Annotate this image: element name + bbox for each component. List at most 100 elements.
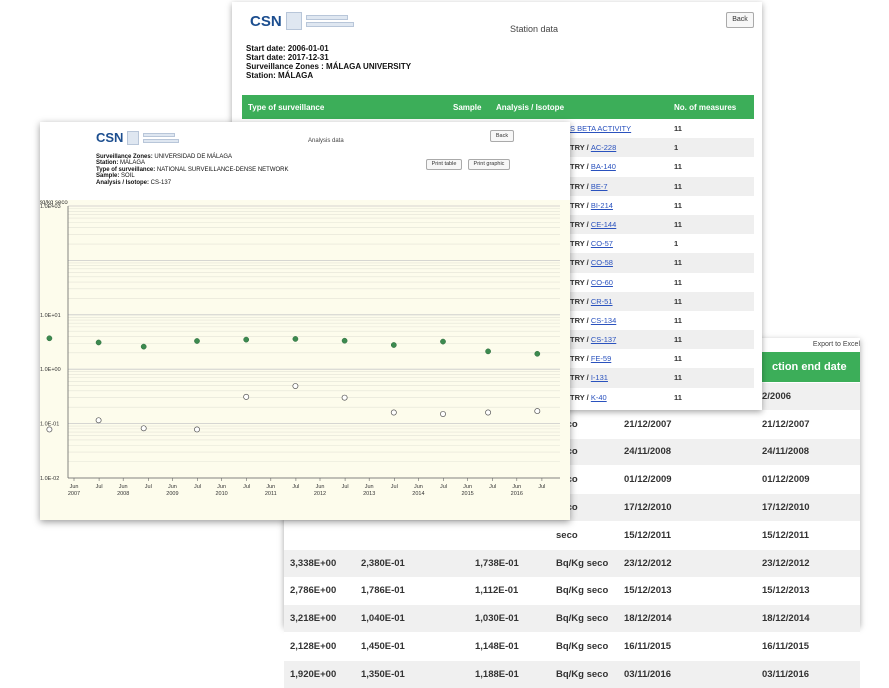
data-point-series-2[interactable] <box>341 394 348 401</box>
data-point-series-2[interactable] <box>390 409 397 416</box>
analysis-cell: TRY / BA-140 <box>570 162 616 171</box>
analysis-cell: TRY / I-131 <box>570 373 608 382</box>
table-cell: 24/11/2008 <box>752 437 860 466</box>
x-tick-year: 2009 <box>166 491 178 497</box>
isotope-link[interactable]: CO-60 <box>591 278 613 287</box>
measure-count: 11 <box>674 258 682 268</box>
export-excel-button[interactable]: Export to Excel <box>800 338 860 352</box>
x-tick-month: Jun <box>414 484 423 490</box>
data-point-series-2[interactable] <box>46 426 53 433</box>
print-table-button[interactable]: Print table <box>426 159 462 170</box>
table-cell: 1,786E-01 <box>357 576 433 605</box>
back-button[interactable]: Back <box>490 130 514 142</box>
isotope-link[interactable]: FE-59 <box>591 354 611 363</box>
isotope-link[interactable]: BI-214 <box>591 201 613 210</box>
csn-logo: CSN <box>96 130 180 145</box>
col-measures: No. of measures <box>674 103 737 112</box>
isotope-link[interactable]: AC-228 <box>591 143 616 152</box>
x-tick-month: Jun <box>217 484 226 490</box>
isotope-link[interactable]: BA-140 <box>591 162 616 171</box>
isotope-link[interactable]: CO-57 <box>591 239 613 248</box>
data-point-series-1[interactable] <box>194 338 200 344</box>
x-tick-month: Jul <box>96 484 103 490</box>
csn-logo: CSN <box>250 12 354 30</box>
data-point-series-2[interactable] <box>194 426 200 433</box>
data-point-series-2[interactable] <box>485 409 492 416</box>
isotope-link[interactable]: I-131 <box>591 373 608 382</box>
x-tick-month: Jul <box>194 484 201 490</box>
table-row: 2,786E+00 1,786E-01 1,112E-01 Bq/Kg seco 15/… <box>284 576 860 605</box>
data-point-series-2[interactable] <box>534 408 541 415</box>
data-point-series-1[interactable] <box>292 336 299 342</box>
isotope-link[interactable]: CS-134 <box>591 316 616 325</box>
isotope-link[interactable]: CO-58 <box>591 258 613 267</box>
table-cell: 2,380E-01 <box>357 548 433 578</box>
info-line: Start date: 2006-01-01 <box>246 44 329 53</box>
data-point-series-2[interactable] <box>440 411 446 417</box>
isotope-link[interactable]: K-40 <box>591 393 607 402</box>
y-tick-label: 1.0E-02 <box>40 476 59 482</box>
analysis-prefix: TRY / <box>570 162 591 172</box>
table-row: 3,338E+00 2,380E-01 1,738E-01 Bq/Kg seco 23/… <box>284 548 860 578</box>
isotope-link[interactable]: CR-51 <box>591 297 613 306</box>
measure-count: 11 <box>674 392 682 402</box>
analysis-cell: TRY / K-40 <box>570 393 607 402</box>
table-cell: 1,148E-01 <box>433 632 552 661</box>
measure-count: 11 <box>674 200 682 210</box>
csn-logo-text: CSN <box>250 12 282 30</box>
analysis-prefix: TRY / <box>570 219 591 229</box>
data-point-series-1[interactable] <box>243 336 250 343</box>
analysis-data-window: CSN Analysis data Back Surveillance Zone… <box>38 122 570 520</box>
col-sample: Sample <box>453 103 482 112</box>
x-tick-month: Jun <box>463 484 472 490</box>
data-point-series-1[interactable] <box>534 350 541 357</box>
data-point-series-2[interactable] <box>243 393 250 400</box>
data-point-series-2[interactable] <box>140 425 147 432</box>
info-line: Surveillance Zones : MÁLAGA UNIVERSITY <box>246 62 412 71</box>
isotope-link[interactable]: CE-144 <box>591 220 616 229</box>
x-tick-month: Jul <box>145 484 152 490</box>
table-cell: 1,738E-01 <box>433 548 552 578</box>
analysis-prefix: TRY / <box>570 296 591 306</box>
isotope-link[interactable]: BE-7 <box>591 182 608 191</box>
data-point-series-1[interactable] <box>390 342 397 348</box>
table-cell: 18/12/2014 <box>752 604 860 633</box>
x-tick-year: 2010 <box>215 491 227 497</box>
table-cell: 24/11/2008 <box>616 437 752 466</box>
data-point-series-2[interactable] <box>292 383 299 390</box>
data-point-series-1[interactable] <box>140 343 147 350</box>
print-graphic-button[interactable]: Print graphic <box>468 159 510 170</box>
x-tick-year: 2011 <box>265 491 277 497</box>
station-info: Start date: 2006-01-01 Start date: 2017-… <box>246 44 411 80</box>
table-cell: 15/12/2011 <box>752 520 860 550</box>
measure-count: 1 <box>674 143 679 153</box>
x-tick-year: 2016 <box>511 491 523 497</box>
data-point-series-1[interactable] <box>485 348 491 355</box>
data-point-series-1[interactable] <box>341 337 348 344</box>
analysis-prefix: TRY / <box>570 239 591 249</box>
scatter-chart: Bq/kg seco1.0E+031.0E+011.0E+001.0E-011.… <box>38 200 560 497</box>
y-tick-label: 1.0E+00 <box>40 367 61 373</box>
table-cell: 2,128E+00 <box>284 632 357 661</box>
x-tick-month: Jul <box>538 484 545 490</box>
analysis-cell: TRY / CS-134 <box>570 316 616 325</box>
analysis-prefix: TRY / <box>570 354 591 364</box>
measure-count: 11 <box>674 162 682 172</box>
data-point-series-2[interactable] <box>95 417 102 424</box>
table-cell <box>357 520 433 550</box>
analysis-cell: TRY / CS-137 <box>570 335 616 344</box>
data-point-series-1[interactable] <box>95 339 102 346</box>
table-cell: Bq/Kg seco <box>552 604 616 633</box>
isotope-link[interactable]: CS-137 <box>591 335 616 344</box>
table-cell: 21/12/2007 <box>752 409 860 439</box>
data-point-series-1[interactable] <box>46 335 53 342</box>
data-point-series-1[interactable] <box>440 338 446 345</box>
back-button[interactable]: Back <box>726 12 754 28</box>
csn-logo-text: CSN <box>96 130 124 145</box>
isotope-link[interactable]: S BETA ACTIVITY <box>570 124 631 133</box>
x-tick-year: 2013 <box>363 491 375 497</box>
table-cell: 03/11/2016 <box>752 659 860 688</box>
table-cell: 1,188E-01 <box>433 659 552 688</box>
x-tick-month: Jun <box>168 484 177 490</box>
table-cell: 1,030E-01 <box>433 604 552 633</box>
